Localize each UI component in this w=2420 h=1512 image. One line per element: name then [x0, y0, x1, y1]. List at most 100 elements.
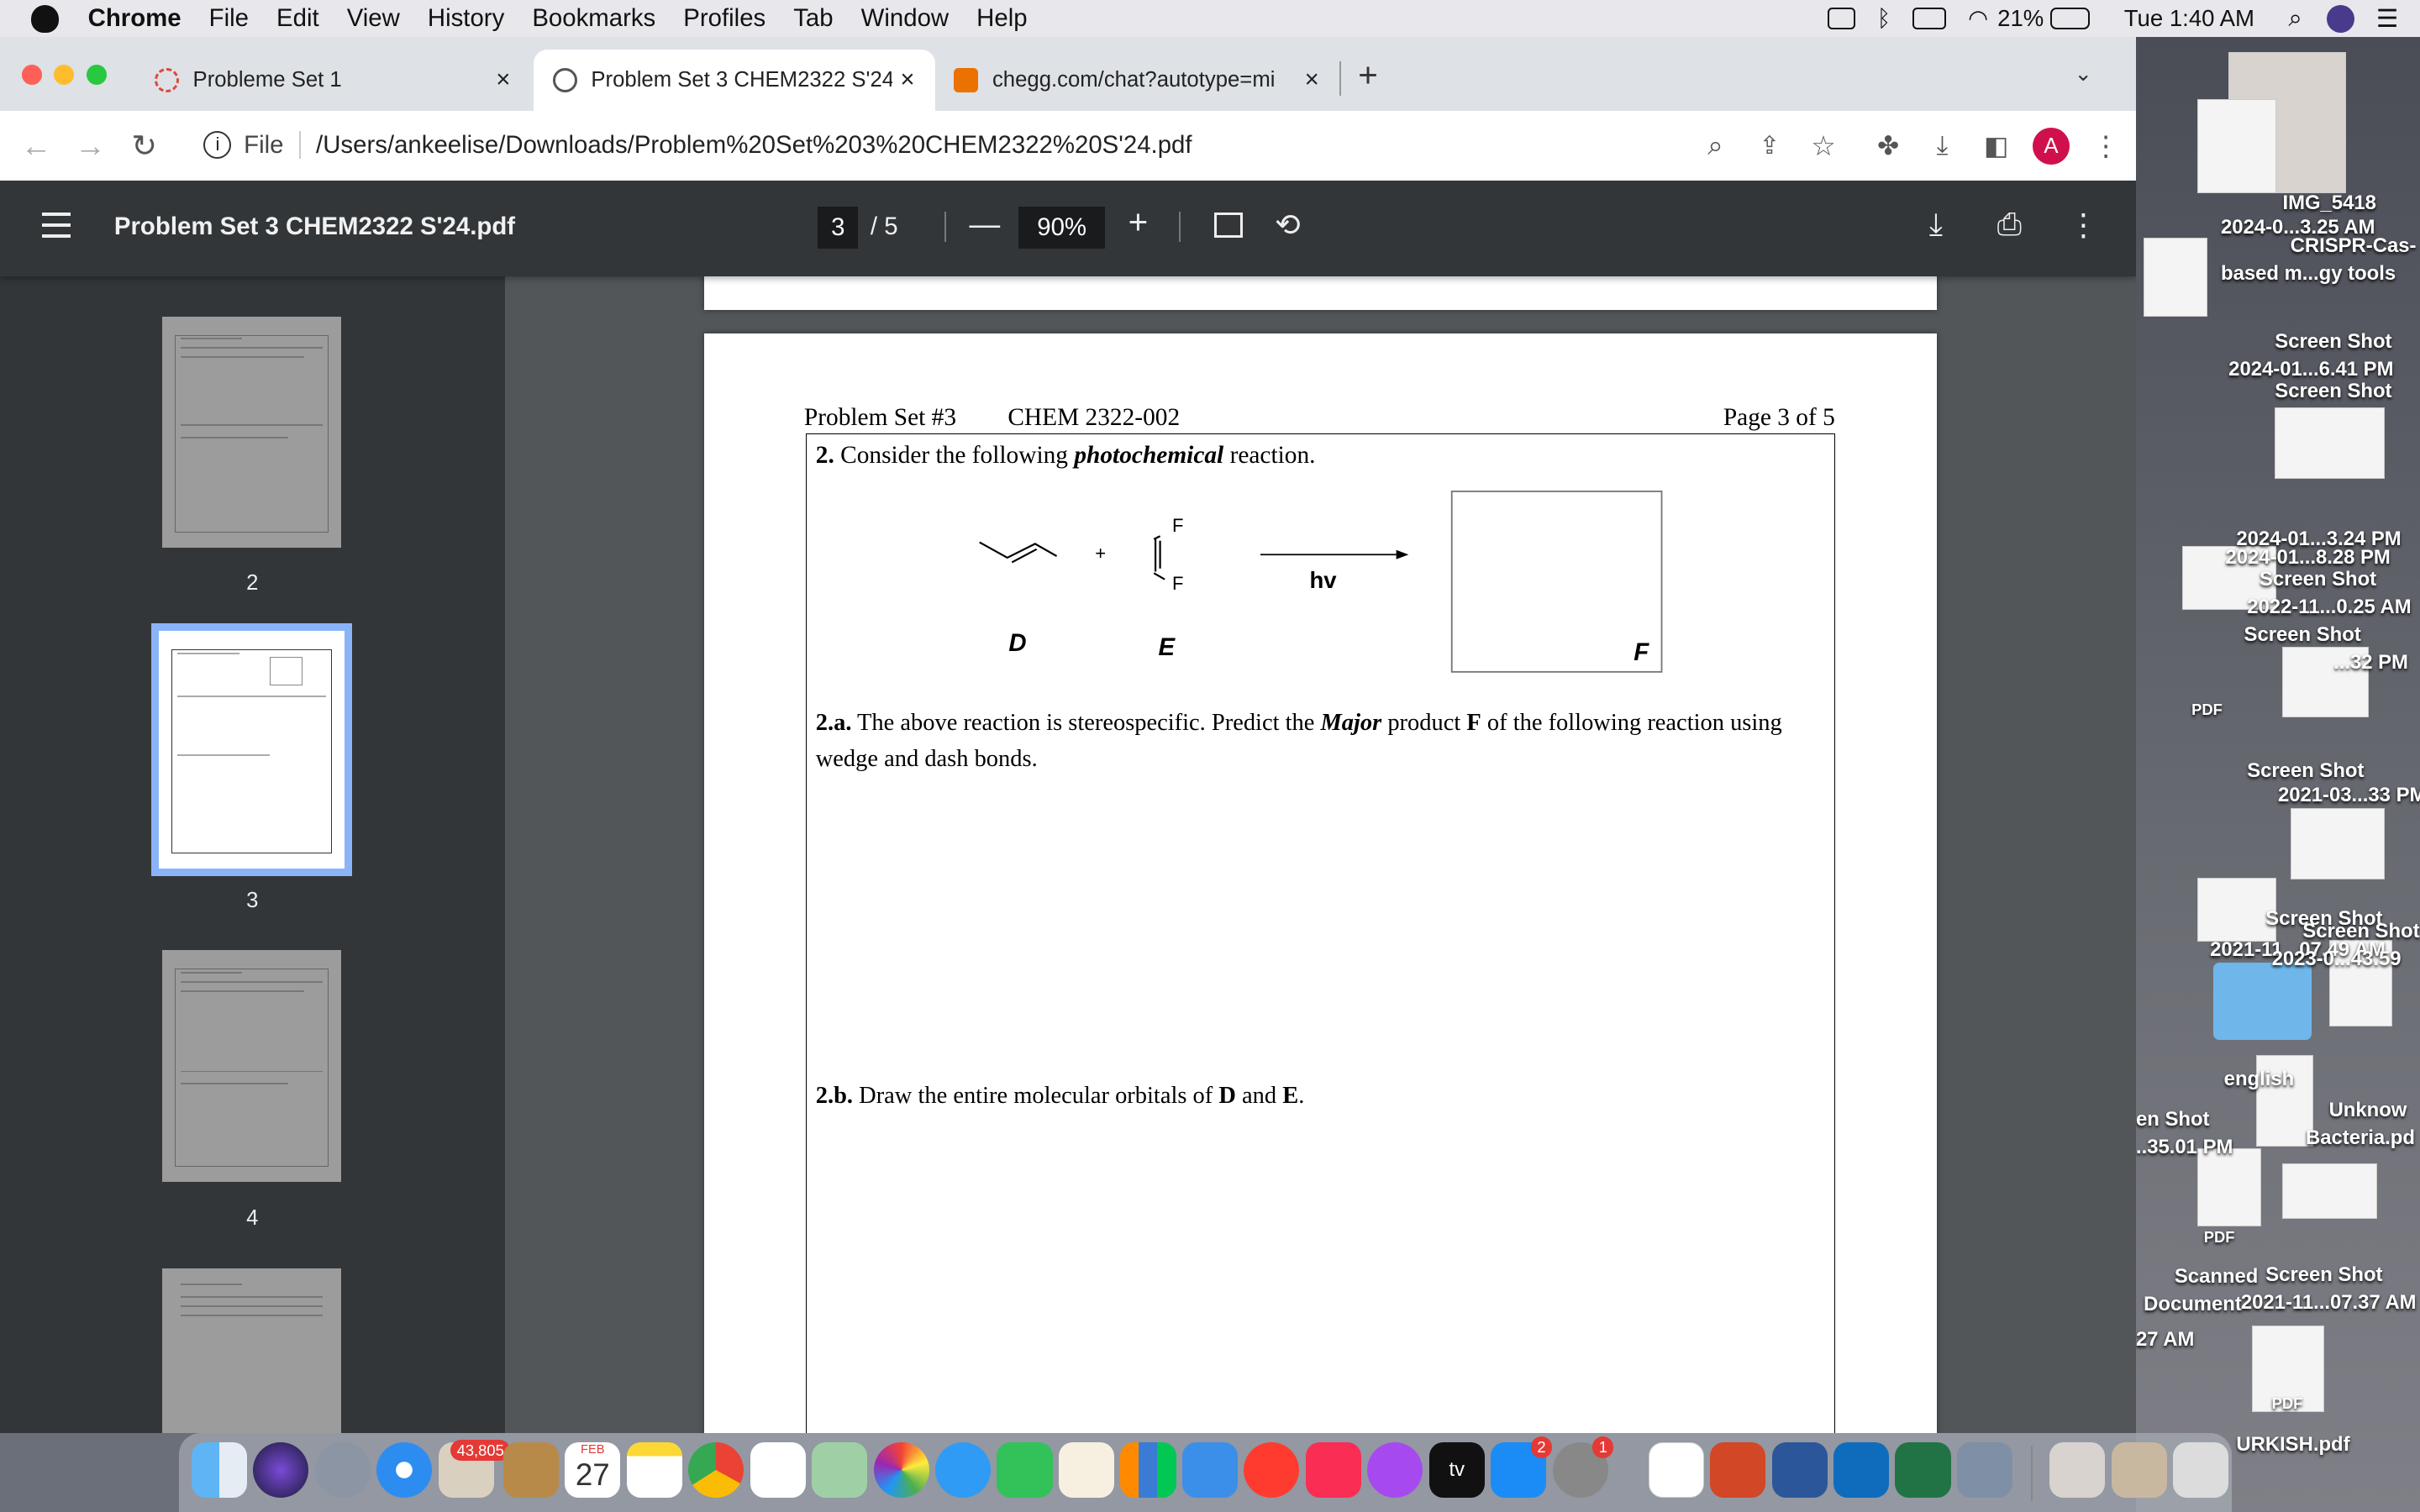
download-icon[interactable]: ⤓	[1929, 207, 1943, 243]
outlook-icon[interactable]	[1833, 1442, 1890, 1499]
preview-app-icon[interactable]	[1956, 1442, 2013, 1499]
tab-probleme-set-1[interactable]: Probleme Set 1 ×	[136, 50, 531, 111]
tab-close-icon[interactable]: ×	[487, 66, 518, 94]
close-window-button[interactable]	[21, 65, 42, 85]
reminders-icon[interactable]	[750, 1442, 806, 1499]
pdf-menu-icon[interactable]	[41, 213, 71, 238]
fit-page-icon[interactable]	[1214, 213, 1243, 238]
bluetooth-icon[interactable]: ᛒ	[1877, 5, 1891, 32]
pdf-viewport[interactable]: Problem Set #3 CHEM 2322-002 Page 3 of 5…	[504, 276, 2136, 1434]
recent-document-icon[interactable]	[2049, 1442, 2106, 1499]
menu-help[interactable]: Help	[963, 4, 1041, 33]
desktop-file-thumbnail[interactable]	[2144, 237, 2207, 317]
desktop-file-thumbnail[interactable]	[2197, 98, 2277, 193]
downloads-icon[interactable]: ⤓	[1915, 130, 1969, 161]
desktop-file-thumbnail[interactable]	[2275, 407, 2385, 479]
desktop-label[interactable]: Screen Shot	[2275, 330, 2391, 354]
menu-app-name[interactable]: Chrome	[74, 4, 195, 33]
menu-bookmarks[interactable]: Bookmarks	[518, 4, 670, 33]
clock[interactable]: Tue 1:40 AM	[2124, 5, 2254, 32]
photos-icon[interactable]	[873, 1442, 929, 1499]
desktop-label[interactable]: 2024-01...6.41 PM	[2228, 358, 2393, 381]
address-url[interactable]: /Users/ankeelise/Downloads/Problem%20Set…	[316, 131, 1192, 160]
zoom-out-icon[interactable]: —	[969, 207, 1000, 242]
facetime-icon[interactable]	[997, 1442, 1053, 1499]
finder-icon[interactable]	[191, 1442, 247, 1499]
desktop-label[interactable]: URKISH.pdf	[2236, 1433, 2349, 1457]
launchpad-icon[interactable]	[314, 1442, 371, 1499]
new-tab-button[interactable]: +	[1358, 55, 1378, 95]
tab-search-chevron-icon[interactable]: ⌄	[2075, 61, 2093, 87]
airplay-icon[interactable]	[1827, 8, 1856, 29]
desktop-label[interactable]: Screen Shot	[2247, 759, 2364, 783]
desktop-label[interactable]: Screen Shot	[2265, 1263, 2382, 1287]
extensions-icon[interactable]: ✤	[1861, 131, 1915, 161]
control-center-icon[interactable]: ☰	[2376, 4, 2398, 34]
bookmark-star-icon[interactable]: ☆	[1797, 129, 1850, 163]
numbers-icon[interactable]	[1120, 1442, 1176, 1499]
desktop-label[interactable]: Screen Shot	[2260, 568, 2376, 591]
menu-window[interactable]: Window	[847, 4, 963, 33]
tab-problem-set-3[interactable]: Problem Set 3 CHEM2322 S'24.pdf ×	[534, 49, 936, 112]
battery-icon[interactable]	[2049, 8, 2091, 29]
menu-edit[interactable]: Edit	[263, 4, 334, 33]
page-thumbnail-5[interactable]	[161, 1268, 341, 1434]
forward-icon[interactable]: →	[63, 129, 117, 164]
zoom-window-button[interactable]	[86, 65, 107, 85]
desktop-label[interactable]: 2021-11...07.37 AM	[2241, 1291, 2417, 1315]
desktop-label[interactable]: english	[2224, 1068, 2295, 1091]
menu-tab[interactable]: Tab	[780, 4, 847, 33]
zoom-in-icon[interactable]: +	[1128, 202, 1149, 242]
desktop-label[interactable]: 2022-11...0.25 AM	[2247, 596, 2411, 619]
side-panel-icon[interactable]: ◧	[1970, 131, 2023, 161]
desktop-label[interactable]: Scanned	[2175, 1265, 2258, 1289]
desktop-label[interactable]: 2023-0...43.59	[2272, 948, 2402, 971]
messages-icon[interactable]	[935, 1442, 992, 1499]
desktop-label[interactable]: CRISPR-Cas-	[2291, 234, 2417, 258]
word-icon[interactable]	[1771, 1442, 1828, 1499]
keyboard-icon[interactable]	[1912, 8, 1947, 29]
tab-close-icon[interactable]: ×	[892, 66, 923, 94]
minimize-window-button[interactable]	[54, 65, 75, 85]
zoom-icon[interactable]: ⌕	[1688, 130, 1742, 162]
play-icon[interactable]	[1648, 1442, 1704, 1499]
desktop-label[interactable]: Bacteria.pd	[2306, 1126, 2415, 1150]
spotlight-icon[interactable]: ⌕	[2288, 4, 2302, 33]
powerpoint-icon[interactable]	[1710, 1442, 1766, 1499]
desktop-label[interactable]: ..35.01 PM	[2136, 1136, 2233, 1159]
desktop-label[interactable]: en Shot	[2136, 1108, 2209, 1131]
desktop-label[interactable]: 2024-01...8.28 PM	[2226, 546, 2391, 570]
back-icon[interactable]: ←	[9, 129, 63, 164]
calendar-icon[interactable]: FEB 27	[565, 1442, 621, 1499]
page-thumbnail-4[interactable]	[161, 950, 341, 1182]
desktop-label[interactable]: Document	[2144, 1293, 2242, 1316]
share-icon[interactable]: ⇪	[1743, 131, 1797, 160]
excel-icon[interactable]	[1895, 1442, 1951, 1499]
maps-icon[interactable]	[812, 1442, 868, 1499]
pdf-more-icon[interactable]: ⋮	[2068, 207, 2099, 243]
desktop-label[interactable]: 2021-03...33 PM	[2278, 784, 2420, 807]
menu-view[interactable]: View	[333, 4, 413, 33]
chrome-menu-icon[interactable]: ⋮	[2079, 129, 2133, 163]
apple-icon[interactable]	[30, 4, 59, 33]
music-icon[interactable]	[1305, 1442, 1361, 1499]
desktop-label[interactable]: Screen Shot	[2244, 623, 2361, 647]
safari-icon[interactable]	[376, 1442, 433, 1499]
desktop-label[interactable]: PDF	[2204, 1228, 2235, 1247]
desktop-file-thumbnail[interactable]	[2197, 1147, 2261, 1227]
page-thumbnail-2[interactable]	[161, 316, 341, 549]
siri-dock-icon[interactable]	[253, 1442, 309, 1499]
tab-close-icon[interactable]: ×	[1297, 66, 1328, 94]
freeform-icon[interactable]	[1058, 1442, 1115, 1499]
trash-icon[interactable]	[2173, 1442, 2229, 1499]
page-number-input[interactable]: 3	[818, 207, 859, 249]
address-bar[interactable]: i File /Users/ankeelise/Downloads/Proble…	[182, 118, 1853, 171]
desktop-file-thumbnail[interactable]	[2290, 808, 2385, 880]
siri-icon[interactable]	[2327, 4, 2355, 33]
notes-icon[interactable]	[626, 1442, 682, 1499]
podcasts-icon[interactable]	[1367, 1442, 1423, 1499]
folder-icon[interactable]	[2212, 963, 2312, 1040]
news-icon[interactable]	[1244, 1442, 1300, 1499]
desktop-label[interactable]: IMG_5418	[2282, 192, 2375, 215]
desktop-file-thumbnail[interactable]	[2282, 1163, 2377, 1220]
